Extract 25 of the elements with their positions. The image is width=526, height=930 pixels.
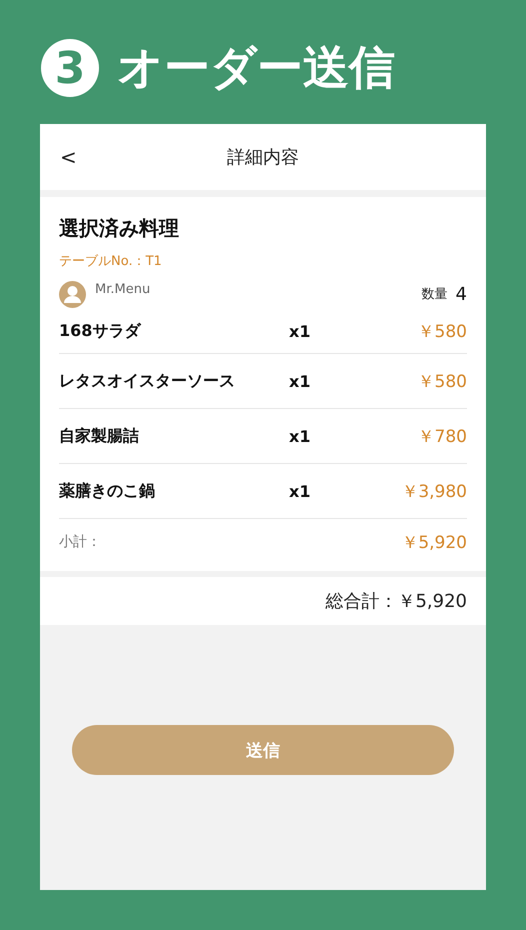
dish-name: レタスオイスターソース <box>59 370 236 392</box>
dish-quantity: x1 <box>289 426 312 446</box>
page-title: オーダー送信 <box>117 39 395 96</box>
subtotal-label: 小計： <box>59 533 102 551</box>
dish-name: 薬膳きのこ鍋 <box>59 480 156 502</box>
grand-total: 総合計：￥5,920 <box>40 577 486 625</box>
dish-price: ￥780 <box>418 426 467 448</box>
dish-name: 自家製腸詰 <box>59 426 140 446</box>
dish-quantity: x1 <box>289 482 312 500</box>
dish-price: ￥3,980 <box>401 480 467 502</box>
avatar-icon <box>59 280 86 308</box>
section-heading: 選択済み料理 <box>59 215 180 242</box>
dish-quantity: x1 <box>289 372 312 390</box>
quantity-label: 数量 <box>422 286 448 303</box>
back-button[interactable]: < <box>60 145 77 169</box>
dish-price: ￥580 <box>418 370 467 392</box>
step-number: 3 <box>41 39 99 97</box>
screen-title: 詳細内容 <box>227 146 299 169</box>
table-number: テーブルNo.：T1 <box>59 253 163 270</box>
user-name: Mr.Menu <box>95 282 152 297</box>
subtotal-value: ￥5,920 <box>401 532 467 554</box>
quantity-value: 4 <box>456 284 467 304</box>
dish-price: ￥580 <box>418 320 467 342</box>
dish-quantity: x1 <box>289 322 312 340</box>
dish-name: 168サラダ <box>59 320 142 342</box>
